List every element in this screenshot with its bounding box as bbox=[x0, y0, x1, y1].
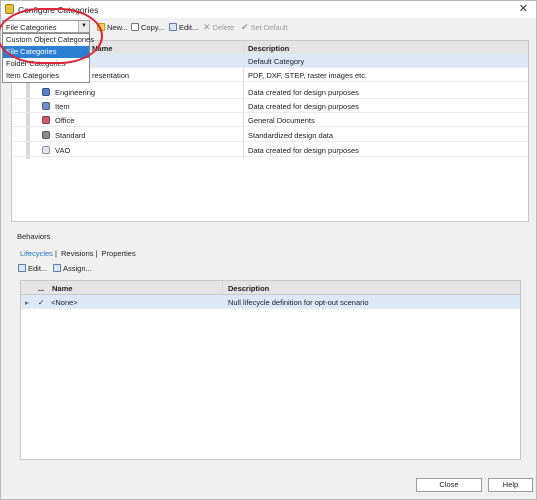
lifecycles-grid-header: ... Name Description bbox=[21, 281, 520, 295]
copy-icon bbox=[131, 23, 139, 31]
close-window-icon[interactable]: ✕ bbox=[519, 2, 528, 15]
edit-icon bbox=[18, 264, 26, 272]
checkmark-icon: ✔ bbox=[241, 22, 249, 32]
tab-revisions[interactable]: Revisions bbox=[61, 249, 94, 258]
chevron-down-icon[interactable]: ▼ bbox=[78, 21, 89, 32]
column-header-description[interactable]: Description bbox=[248, 44, 289, 53]
category-type-value: File Categories bbox=[6, 23, 57, 32]
category-color-swatch bbox=[42, 102, 50, 110]
configure-categories-window: Configure Categories ✕ File Categories ▼… bbox=[0, 0, 537, 500]
copy-label: Copy... bbox=[141, 22, 165, 32]
window-title: Configure Categories bbox=[18, 5, 99, 15]
column-header-options[interactable]: ... bbox=[38, 284, 44, 293]
category-color-swatch bbox=[42, 88, 50, 96]
tab-separator: | bbox=[54, 249, 57, 258]
tab-lifecycles[interactable]: Lifecycles bbox=[20, 249, 53, 258]
set-default-button[interactable]: ✔ Set Default bbox=[241, 21, 288, 33]
category-row[interactable]: Office General Documents bbox=[12, 113, 528, 127]
assign-button[interactable]: Assign... bbox=[53, 262, 92, 274]
category-description: PDF, DXF, STEP, raster images etc. bbox=[248, 71, 368, 80]
lifecycle-description: Null lifecycle definition for opt-out sc… bbox=[228, 298, 369, 307]
behaviors-label: Behaviors bbox=[17, 232, 51, 241]
category-color-swatch bbox=[42, 146, 50, 154]
set-default-label: Set Default bbox=[250, 22, 288, 32]
category-description: Standardized design data bbox=[248, 131, 334, 140]
dropdown-option-folder[interactable]: Folder Categories bbox=[3, 58, 89, 70]
category-name: Engineering bbox=[55, 88, 96, 97]
column-header-description[interactable]: Description bbox=[228, 284, 269, 293]
edit-button[interactable]: Edit... bbox=[169, 21, 198, 33]
delete-button[interactable]: ✕ Delete bbox=[203, 21, 234, 33]
tab-properties[interactable]: Properties bbox=[102, 249, 136, 258]
category-row[interactable]: Item Data created for design purposes bbox=[12, 99, 528, 113]
category-description: Data created for design purposes bbox=[248, 102, 359, 111]
assign-label: Assign... bbox=[63, 263, 92, 273]
column-header-name[interactable]: Name bbox=[52, 284, 72, 293]
category-row[interactable]: Standard Standardized design data bbox=[12, 128, 528, 142]
category-name: Standard bbox=[55, 131, 86, 140]
new-icon bbox=[97, 23, 105, 31]
behavior-edit-label: Edit... bbox=[28, 263, 48, 273]
expand-icon[interactable]: ▸ bbox=[25, 298, 29, 307]
lifecycle-row[interactable]: ▸ ✓ <None> Null lifecycle definition for… bbox=[21, 295, 520, 309]
category-name: Item bbox=[55, 102, 70, 111]
dropdown-option-file[interactable]: File Categories bbox=[3, 46, 89, 58]
category-color-swatch bbox=[42, 131, 50, 139]
copy-button[interactable]: Copy... bbox=[131, 21, 164, 33]
behavior-edit-button[interactable]: Edit... bbox=[18, 262, 47, 274]
edit-label: Edit... bbox=[179, 22, 199, 32]
category-type-dropdown: Custom Object Categories File Categories… bbox=[2, 33, 94, 83]
behaviors-tabs: Lifecycles | Revisions | Properties bbox=[20, 249, 138, 258]
lifecycles-grid: ... Name Description ▸ ✓ <None> Null lif… bbox=[20, 280, 521, 460]
category-description: Data created for design purposes bbox=[248, 146, 359, 155]
category-name: Office bbox=[55, 116, 75, 125]
dropdown-option-item[interactable]: Item Categories bbox=[3, 70, 89, 82]
close-button[interactable]: Close bbox=[416, 478, 482, 492]
delete-icon: ✕ bbox=[203, 22, 211, 32]
assign-icon bbox=[53, 264, 61, 272]
edit-icon bbox=[169, 23, 177, 31]
new-button[interactable]: New... bbox=[97, 21, 128, 33]
category-type-select[interactable]: File Categories ▼ bbox=[2, 20, 90, 33]
tab-separator: | bbox=[95, 249, 98, 258]
category-name: VAO bbox=[55, 146, 71, 155]
app-icon bbox=[5, 4, 14, 14]
category-description: Data created for design purposes bbox=[248, 88, 359, 97]
category-description: General Documents bbox=[248, 116, 315, 125]
new-label: New... bbox=[107, 22, 128, 32]
category-color-swatch bbox=[42, 116, 50, 124]
category-name: resentation bbox=[92, 71, 130, 80]
lifecycle-name: <None> bbox=[51, 298, 78, 307]
category-row[interactable]: Engineering Data created for design purp… bbox=[12, 85, 528, 99]
dropdown-option-custom-object[interactable]: Custom Object Categories bbox=[3, 34, 94, 46]
delete-label: Delete bbox=[212, 22, 235, 32]
help-button[interactable]: Help bbox=[488, 478, 533, 492]
checkmark-icon: ✓ bbox=[38, 298, 45, 307]
category-description: Default Category bbox=[248, 57, 305, 66]
title-bar: Configure Categories ✕ bbox=[1, 1, 536, 18]
column-header-name[interactable]: Name bbox=[92, 44, 112, 53]
category-row[interactable]: VAO Data created for design purposes bbox=[12, 143, 528, 157]
